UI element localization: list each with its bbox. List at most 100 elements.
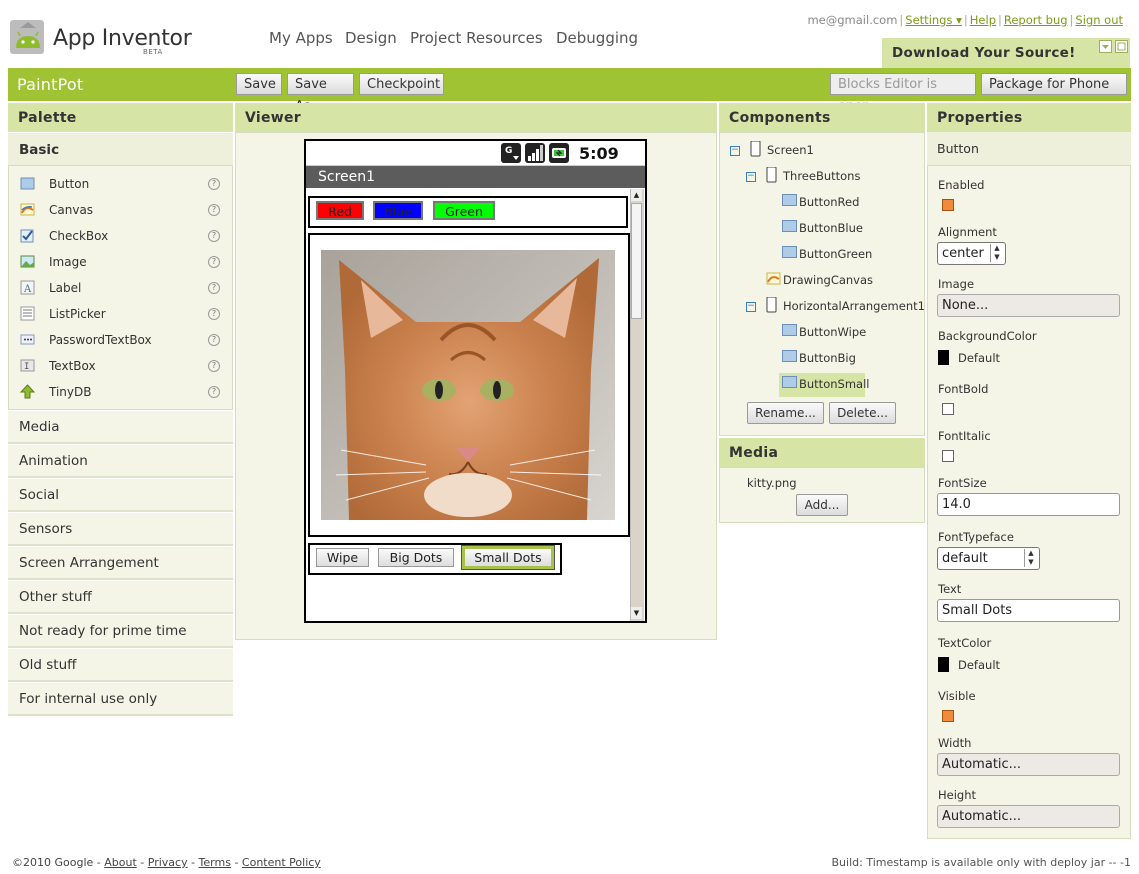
palette-item-textbox[interactable]: I TextBox ?: [20, 358, 225, 378]
prop-visible-checkbox[interactable]: [942, 710, 954, 722]
nav-design[interactable]: Design: [345, 29, 397, 47]
checkpoint-button[interactable]: Checkpoint: [359, 73, 444, 95]
collapse-icon[interactable]: −: [746, 302, 756, 312]
report-bug-link[interactable]: Report bug: [1004, 13, 1068, 27]
add-media-button[interactable]: Add...: [796, 494, 848, 516]
prop-textcolor-swatch[interactable]: [938, 657, 949, 672]
button-big-dots[interactable]: Big Dots: [378, 548, 454, 567]
media-header: Media: [719, 438, 925, 467]
screen-icon: [750, 141, 761, 157]
screen-title: Screen1: [318, 169, 376, 185]
rename-button[interactable]: Rename...: [747, 402, 824, 424]
minimize-icon[interactable]: [1099, 40, 1112, 53]
help-icon[interactable]: ?: [208, 334, 220, 346]
palette-category-screen-arrangement[interactable]: Screen Arrangement: [8, 547, 233, 580]
prop-bgcolor-value[interactable]: Default: [958, 351, 1000, 365]
button-icon: [782, 194, 797, 206]
palette-item-listpicker[interactable]: ListPicker ?: [20, 306, 225, 326]
maximize-icon[interactable]: [1115, 40, 1128, 53]
svg-text:I: I: [24, 362, 29, 372]
prop-textcolor-value[interactable]: Default: [958, 658, 1000, 672]
package-for-phone-button[interactable]: Package for Phone ▾: [981, 73, 1127, 114]
save-as-button[interactable]: Save As: [287, 73, 354, 114]
palette-category-animation[interactable]: Animation: [8, 445, 233, 478]
help-icon[interactable]: ?: [208, 204, 220, 216]
help-icon[interactable]: ?: [208, 230, 220, 242]
help-icon[interactable]: ?: [208, 360, 220, 372]
listpicker-icon: [20, 306, 35, 321]
palette-category-media[interactable]: Media: [8, 411, 233, 444]
palette-category-old-stuff[interactable]: Old stuff: [8, 649, 233, 682]
prop-typeface-label: FontTypeface: [938, 530, 1014, 544]
prop-fontitalic-checkbox[interactable]: [942, 450, 954, 462]
button-blue[interactable]: Blue: [373, 201, 423, 220]
nav-project-resources[interactable]: Project Resources: [410, 29, 543, 47]
palette-category-basic[interactable]: Basic: [8, 133, 233, 166]
scrollbar-thumb[interactable]: [631, 203, 642, 319]
image-icon: [20, 254, 35, 269]
help-link[interactable]: Help: [970, 13, 996, 27]
palette-category-other-stuff[interactable]: Other stuff: [8, 581, 233, 614]
save-button[interactable]: Save: [236, 73, 282, 95]
footer-terms-link[interactable]: Terms: [199, 856, 231, 869]
prop-width-picker[interactable]: Automatic...: [937, 753, 1120, 776]
palette-item-canvas[interactable]: Canvas ?: [20, 202, 225, 222]
footer-build-info: Build: Timestamp is available only with …: [831, 856, 1132, 869]
footer-about-link[interactable]: About: [104, 856, 137, 869]
collapse-icon[interactable]: −: [730, 146, 740, 156]
palette-category-sensors[interactable]: Sensors: [8, 513, 233, 546]
prop-text-input[interactable]: Small Dots: [937, 599, 1120, 622]
prop-bgcolor-swatch[interactable]: [938, 350, 949, 365]
palette-item-passwordtextbox[interactable]: PasswordTextBox ?: [20, 332, 225, 352]
palette-item-tinydb[interactable]: TinyDB ?: [19, 384, 225, 404]
help-icon[interactable]: ?: [208, 178, 220, 190]
scroll-up-icon[interactable]: ▲: [631, 189, 642, 201]
battery-icon: [549, 143, 571, 166]
prop-enabled-checkbox[interactable]: [942, 199, 954, 211]
viewer-header: Viewer: [235, 103, 717, 132]
prop-enabled-label: Enabled: [938, 178, 985, 192]
delete-button[interactable]: Delete...: [829, 402, 896, 424]
collapse-icon[interactable]: −: [746, 172, 756, 182]
button-red[interactable]: Red: [316, 201, 364, 220]
prop-image-picker[interactable]: None...: [937, 294, 1120, 317]
prop-visible-label: Visible: [938, 689, 976, 703]
prop-fontsize-input[interactable]: 14.0: [937, 493, 1120, 516]
prop-typeface-select[interactable]: default ▲ ▼: [937, 547, 1040, 570]
button-small-dots[interactable]: Small Dots: [461, 545, 555, 570]
nav-debugging[interactable]: Debugging: [556, 29, 638, 47]
palette-category-internal[interactable]: For internal use only: [8, 683, 233, 716]
download-source-title[interactable]: Download Your Source!: [892, 45, 1076, 61]
prop-height-picker[interactable]: Automatic...: [937, 805, 1120, 828]
help-icon[interactable]: ?: [208, 256, 220, 268]
prop-fontbold-checkbox[interactable]: [942, 403, 954, 415]
button-wipe[interactable]: Wipe: [316, 548, 369, 567]
palette-item-image[interactable]: Image ?: [20, 254, 225, 274]
media-file-kitty[interactable]: kitty.png: [747, 476, 797, 490]
password-icon: [20, 332, 35, 347]
button-green[interactable]: Green: [433, 201, 495, 220]
palette-category-not-ready[interactable]: Not ready for prime time: [8, 615, 233, 648]
palette-item-checkbox[interactable]: CheckBox ?: [20, 228, 225, 248]
blocks-editor-button[interactable]: Blocks Editor is open: [830, 73, 976, 114]
settings-link[interactable]: Settings ▾: [905, 13, 962, 27]
network-icon: G: [501, 143, 523, 166]
svg-text:G: G: [505, 146, 512, 156]
sign-out-link[interactable]: Sign out: [1075, 13, 1123, 27]
footer-content-policy-link[interactable]: Content Policy: [242, 856, 321, 869]
nav-my-apps[interactable]: My Apps: [269, 29, 333, 47]
footer-privacy-link[interactable]: Privacy: [148, 856, 188, 869]
scroll-down-icon[interactable]: ▼: [631, 607, 642, 619]
prop-height-label: Height: [938, 788, 977, 802]
palette-item-button[interactable]: Button ?: [20, 176, 225, 196]
prop-fontitalic-label: FontItalic: [938, 429, 991, 443]
help-icon[interactable]: ?: [208, 386, 220, 398]
user-email: me@gmail.com: [807, 13, 898, 27]
prop-width-label: Width: [938, 736, 972, 750]
help-icon[interactable]: ?: [208, 308, 220, 320]
palette-item-label[interactable]: A Label ?: [20, 280, 225, 300]
footer-links: ©2010 Google - About - Privacy - Terms -…: [12, 856, 321, 869]
prop-alignment-select[interactable]: center ▲ ▼: [937, 242, 1006, 265]
help-icon[interactable]: ?: [208, 282, 220, 294]
palette-category-social[interactable]: Social: [8, 479, 233, 512]
